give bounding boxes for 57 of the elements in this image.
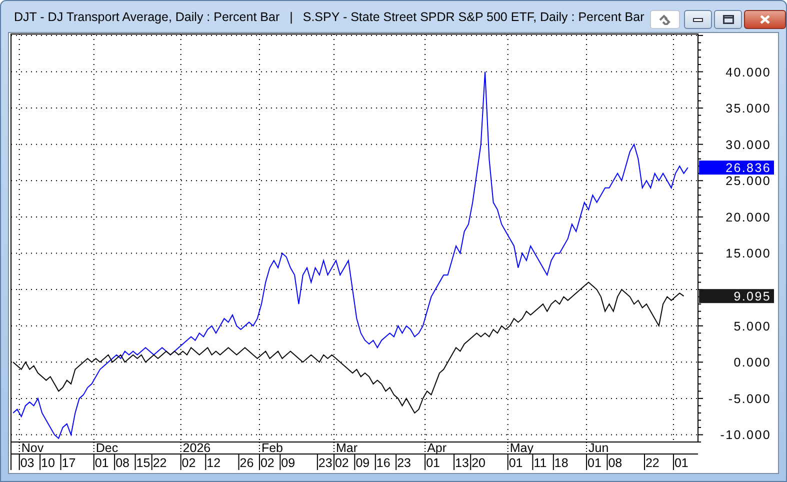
date-label: 13 [455, 456, 469, 470]
month-label: Mar [336, 441, 358, 455]
date-label: 23 [397, 456, 411, 470]
y-axis-label: -5.000 [728, 392, 771, 406]
date-label: 08 [116, 456, 130, 470]
date-label: 18 [554, 456, 568, 470]
date-label: 16 [376, 456, 390, 470]
month-label: Feb [261, 441, 284, 455]
date-label: 11 [534, 456, 547, 470]
date-label: 12 [206, 456, 221, 470]
y-axis-label: 15.000 [726, 246, 771, 261]
y-axis-label: 5.000 [734, 319, 771, 334]
date-label: 20 [472, 456, 486, 470]
minimize-icon [693, 18, 704, 22]
y-axis-label: 20.000 [726, 210, 771, 224]
date-label: 01 [588, 456, 602, 470]
month-label: Nov [21, 441, 44, 455]
date-label: 22 [646, 456, 660, 470]
date-label: 22 [152, 456, 167, 470]
date-label: 02 [182, 456, 196, 470]
date-label: 01 [426, 456, 440, 470]
close-button[interactable] [744, 10, 786, 29]
last-value-badge: 26.836 [699, 160, 774, 176]
date-label: 23 [318, 456, 332, 470]
month-label: Jun [588, 441, 609, 455]
date-label: 03 [20, 456, 34, 470]
month-label: Apr [427, 441, 447, 455]
close-icon [760, 15, 770, 24]
date-label: 15 [136, 456, 150, 470]
date-label: 02 [260, 456, 274, 470]
date-label: 17 [62, 456, 76, 470]
date-label: 08 [608, 456, 622, 470]
month-label: 2026 [182, 441, 211, 455]
maximize-icon [722, 15, 734, 24]
date-label: 01 [674, 456, 688, 470]
window-title: S.SPY - State Street SPDR S&P 500 ETF, Daily : Percent Bar [302, 10, 644, 24]
y-axis-label: -10.000 [720, 428, 771, 442]
y-axis-label: 0.000 [734, 356, 771, 370]
y-axis-label: 35.000 [726, 102, 771, 116]
y-axis-label: 40.000 [726, 65, 771, 80]
y-axis-label: 30.000 [726, 138, 771, 152]
date-label: 10 [41, 456, 55, 470]
date-label: 09 [356, 456, 370, 470]
month-label: Dec [96, 441, 118, 455]
date-label: 26 [240, 456, 254, 470]
title-separator: | [290, 10, 293, 24]
minimize-button[interactable] [684, 10, 712, 29]
date-label: 01 [508, 456, 523, 470]
window-title: DJT - DJ Transport Average, Daily : Percent Bar [14, 10, 280, 24]
last-value-badge: 9.095 [699, 289, 774, 304]
month-label: May [510, 441, 534, 455]
y-axis-label: 25.000 [726, 174, 771, 188]
date-label: 09 [281, 456, 296, 470]
date-label: 01 [94, 456, 109, 470]
maximize-button[interactable] [714, 10, 742, 29]
date-label: 02 [335, 456, 349, 470]
link-button[interactable] [650, 10, 680, 29]
